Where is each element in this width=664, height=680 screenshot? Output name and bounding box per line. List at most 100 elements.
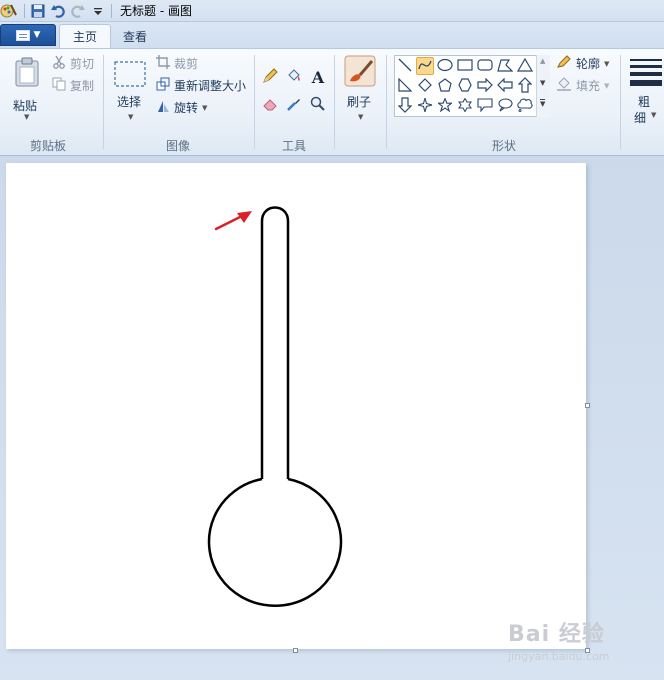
shape-triangle[interactable] xyxy=(516,57,534,75)
paste-button[interactable]: 粘贴 ▼ xyxy=(8,53,46,123)
scissors-icon xyxy=(52,55,66,72)
shape-cloud-callout[interactable] xyxy=(516,97,534,115)
eraser-tool-button[interactable] xyxy=(260,95,280,115)
four-point-star-icon xyxy=(415,95,435,115)
color-picker-tool-button[interactable] xyxy=(284,95,304,115)
shape-up-arrow[interactable] xyxy=(516,76,534,96)
resize-label: 重新调整大小 xyxy=(174,79,247,93)
oval-icon xyxy=(437,58,453,75)
copy-button[interactable]: 复制 xyxy=(52,77,94,94)
shape-pentagon[interactable] xyxy=(436,77,454,95)
title-bar: 无标题 - 画图 xyxy=(0,0,664,22)
customize-dropdown-icon[interactable] xyxy=(91,4,105,18)
window-title: 无标题 - 画图 xyxy=(120,4,192,18)
title-separator xyxy=(111,3,112,18)
right-triangle-icon xyxy=(398,77,413,95)
scroll-down-icon[interactable]: ▼ xyxy=(540,79,545,87)
drawing-canvas[interactable] xyxy=(6,163,586,649)
magnifier-tool-button[interactable] xyxy=(308,95,328,115)
tab-view[interactable]: 查看 xyxy=(109,24,161,48)
red-arrow-annotation xyxy=(214,211,252,231)
fill-tool-button[interactable] xyxy=(284,67,304,87)
outline-button[interactable]: 轮廓 ▼ xyxy=(556,55,609,72)
save-icon[interactable] xyxy=(31,4,45,18)
clipboard-group-label: 剪贴板 xyxy=(30,139,67,153)
down-arrow-icon xyxy=(397,96,413,116)
pentagon-icon xyxy=(438,77,452,95)
eraser-icon xyxy=(262,96,278,115)
undo-icon[interactable] xyxy=(51,4,65,18)
five-point-star-icon xyxy=(436,96,454,115)
shape-five-point-star[interactable] xyxy=(436,96,454,115)
rectangular-callout-icon xyxy=(477,97,493,115)
canvas-resize-handle-bottom[interactable] xyxy=(293,648,298,653)
crop-icon xyxy=(156,55,170,72)
watermark: Bai 经验 jingyan.baidu.com xyxy=(508,616,610,663)
up-arrow-icon xyxy=(517,76,533,96)
six-point-star-icon xyxy=(457,96,473,115)
rounded-rectangle-icon xyxy=(477,58,493,75)
watermark-url: jingyan.baidu.com xyxy=(508,650,610,663)
chevron-down-icon: ▼ xyxy=(33,30,41,40)
shape-rectangular-callout[interactable] xyxy=(476,97,494,115)
shape-right-triangle[interactable] xyxy=(396,77,414,95)
shape-oval-callout[interactable] xyxy=(496,97,514,115)
drawn-bulb-outline xyxy=(207,477,343,607)
paste-label: 粘贴 xyxy=(13,99,38,113)
pencil-tool-button[interactable] xyxy=(260,67,280,87)
brushes-button[interactable]: 刷子 ▼ xyxy=(342,53,380,123)
chevron-down-icon: ▼ xyxy=(604,59,610,68)
line-width-icon xyxy=(630,59,662,90)
shape-left-arrow[interactable] xyxy=(496,77,514,95)
shapes-gallery-scrollbar[interactable]: ▲ ▼ ▼ xyxy=(536,55,550,117)
shape-curve[interactable] xyxy=(416,57,434,75)
brush-icon xyxy=(344,55,376,90)
scroll-up-icon[interactable]: ▲ xyxy=(540,57,545,65)
paint-menu-button[interactable]: ▼ xyxy=(0,24,56,46)
cut-button[interactable]: 剪切 xyxy=(52,55,94,72)
canvas-resize-handle-right[interactable] xyxy=(585,403,590,408)
oval-callout-icon xyxy=(497,97,513,115)
crop-label: 裁剪 xyxy=(174,57,199,71)
line-icon xyxy=(398,58,412,75)
shape-right-arrow[interactable] xyxy=(476,77,494,95)
shape-polygon[interactable] xyxy=(496,57,514,75)
hexagon-icon xyxy=(458,77,472,95)
text-tool-button[interactable]: A xyxy=(308,67,328,87)
copy-label: 复制 xyxy=(70,79,95,93)
cloud-callout-icon xyxy=(517,98,533,115)
tools-group-label: 工具 xyxy=(282,139,307,153)
resize-button[interactable]: 重新调整大小 xyxy=(156,77,246,94)
fill-bucket-icon xyxy=(556,77,572,94)
tab-home[interactable]: 主页 xyxy=(59,24,111,48)
chevron-down-icon: ▼ xyxy=(358,113,364,121)
redo-icon[interactable] xyxy=(71,4,85,18)
shape-line[interactable] xyxy=(396,57,414,75)
shape-down-arrow[interactable] xyxy=(396,96,414,116)
rotate-button[interactable]: 旋转 ▼ xyxy=(156,99,207,116)
outline-label: 轮廓 xyxy=(576,57,601,71)
group-divider xyxy=(620,55,621,149)
title-separator xyxy=(24,3,25,18)
resize-icon xyxy=(156,77,170,94)
shape-four-point-star[interactable] xyxy=(415,95,435,115)
fill-button[interactable]: 填充 ▼ xyxy=(556,77,609,94)
chevron-down-icon: ▼ xyxy=(128,113,134,121)
rectangle-icon xyxy=(457,58,473,75)
shape-rectangle[interactable] xyxy=(456,57,474,75)
curve-icon xyxy=(418,58,432,75)
crop-button[interactable]: 裁剪 xyxy=(156,55,198,72)
color-picker-icon xyxy=(286,96,302,115)
drawn-stem-outline xyxy=(260,206,290,479)
gallery-expand-icon[interactable]: ▼ xyxy=(540,99,546,109)
select-button[interactable]: 选择 ▼ xyxy=(110,53,150,123)
shape-rounded-rectangle[interactable] xyxy=(476,57,494,75)
shape-hexagon[interactable] xyxy=(456,77,474,95)
canvas-drawing xyxy=(207,206,343,607)
clipboard-icon xyxy=(14,57,40,90)
size-button[interactable]: 粗 细 ▼ xyxy=(626,53,664,133)
shape-six-point-star[interactable] xyxy=(456,96,474,115)
shape-oval[interactable] xyxy=(436,57,454,75)
paint-app-icon[interactable] xyxy=(0,3,18,19)
shape-diamond[interactable] xyxy=(416,77,434,95)
